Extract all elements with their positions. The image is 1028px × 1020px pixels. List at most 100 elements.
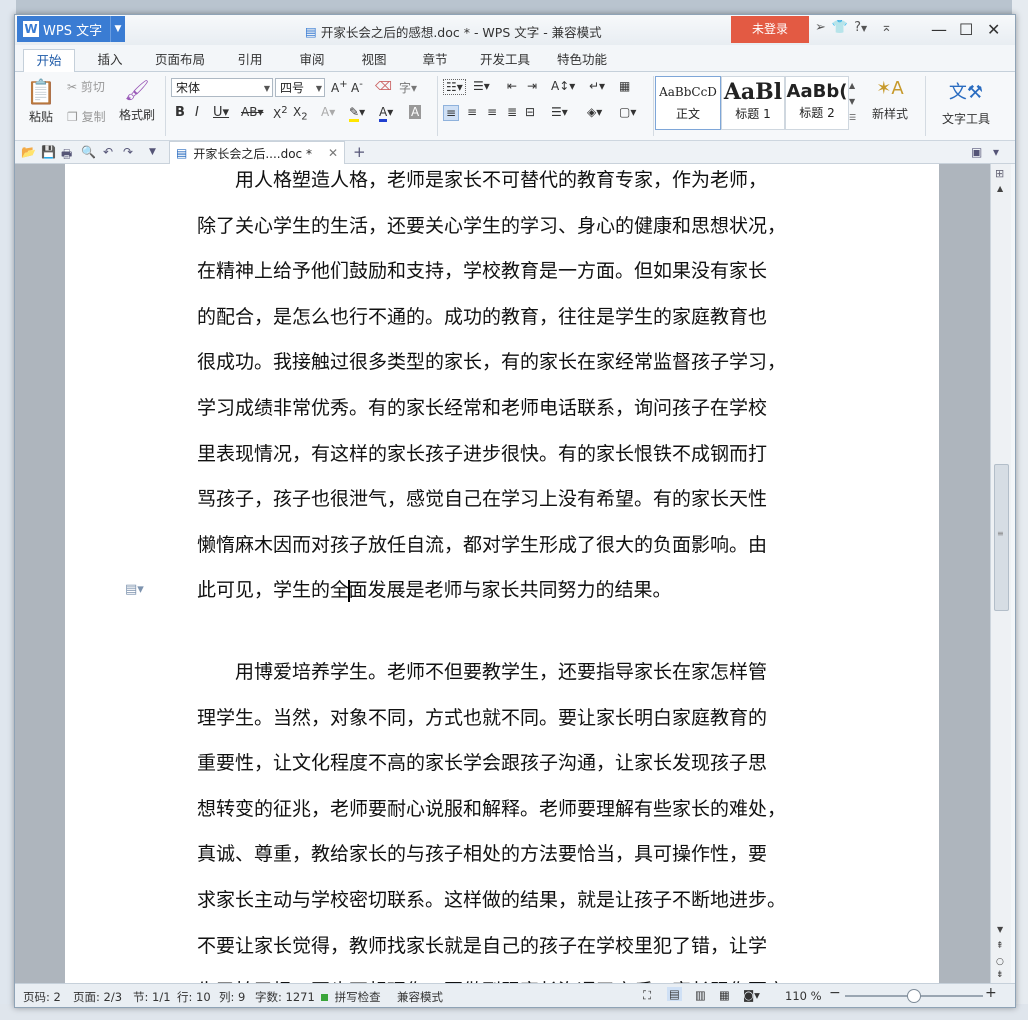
tab-features[interactable]: 特色功能 — [547, 49, 617, 71]
redo-icon[interactable]: ↷ — [123, 145, 133, 159]
increase-indent-icon[interactable]: ⇥ — [527, 79, 537, 93]
underline-icon[interactable]: U▾ — [213, 105, 229, 120]
align-left-icon[interactable]: ≡ — [443, 105, 460, 121]
open-folder-icon[interactable]: 📂 — [21, 145, 36, 159]
save-icon[interactable]: 💾 — [41, 145, 56, 159]
close-tab-icon[interactable]: ✕ — [328, 146, 338, 160]
grow-font-icon[interactable]: A+ — [331, 79, 348, 95]
font-size-select[interactable]: 四号 ▼ — [275, 78, 325, 97]
status-pages[interactable]: 页面: 2/3 — [73, 989, 122, 1005]
paragraph-marker-icon[interactable]: ▤▾ — [125, 582, 144, 597]
undo-icon[interactable]: ↶ — [103, 145, 113, 159]
bullet-list-icon[interactable]: ☷▾ — [443, 79, 466, 95]
shading-icon[interactable]: ◈▾ — [587, 105, 602, 119]
scroll-down-icon[interactable]: ▼ — [997, 925, 1003, 934]
tab-list-icon[interactable]: ▣ — [971, 145, 982, 159]
spell-check-toggle[interactable]: 拼写检查 — [321, 989, 381, 1005]
document-tab[interactable]: ▤ 开家长会之后....doc * ✕ — [169, 141, 345, 164]
italic-icon[interactable]: I — [195, 105, 199, 120]
style-heading-2[interactable]: AaBb( 标题 2 — [785, 76, 849, 130]
decrease-indent-icon[interactable]: ⇤ — [507, 79, 517, 93]
scroll-thumb[interactable]: ≡ — [994, 464, 1009, 611]
phonetic-icon[interactable]: 字▾ — [399, 79, 417, 96]
web-view-icon[interactable]: ▦ — [719, 988, 730, 1002]
font-color-icon[interactable]: A▾ — [379, 105, 393, 122]
outline-view-icon[interactable]: ▥ — [695, 988, 706, 1002]
clear-format-icon[interactable]: ⌫ — [375, 79, 392, 93]
zoom-in-icon[interactable]: + — [985, 985, 997, 1001]
tab-sections[interactable]: 章节 — [410, 49, 460, 71]
text-direction-icon[interactable]: A↕▾ — [551, 79, 575, 93]
borders-icon[interactable]: ▢▾ — [619, 105, 636, 119]
help-icon[interactable]: ?▼ — [854, 20, 867, 35]
shrink-font-icon[interactable]: A- — [351, 79, 363, 95]
print-preview-icon[interactable]: 🔍 — [81, 145, 96, 159]
paper-plane-icon[interactable]: ➢ — [815, 20, 826, 35]
quick-access-bar: 📂 💾 🖶 🔍 ↶ ↷ ▼ ▤ 开家长会之后....doc * ✕ + ▣ ▾ — [15, 141, 1015, 164]
style-normal[interactable]: AaBbCcD 正文 — [655, 76, 721, 130]
zoom-out-icon[interactable]: − — [829, 985, 841, 1001]
paragraph-1[interactable]: 用人格塑造人格，老师是家长不可替代的教育专家，作为老师， 除了关心学生的生活，还… — [197, 164, 805, 614]
format-painter-button[interactable]: 🖌 格式刷 — [117, 78, 157, 123]
style-heading-1[interactable]: AaBl 标题 1 — [721, 76, 785, 130]
tab-references[interactable]: 引用 — [225, 49, 275, 71]
zoom-slider-handle[interactable] — [907, 989, 921, 1003]
text-effect-icon[interactable]: A▾ — [321, 105, 335, 119]
strikethrough-icon[interactable]: AB▾ — [241, 105, 263, 119]
shirt-icon[interactable]: 👕 — [832, 20, 848, 35]
tab-developer[interactable]: 开发工具 — [470, 49, 540, 71]
text-tools-button[interactable]: 文⚒ 文字工具 — [933, 78, 999, 127]
format-painter-label: 格式刷 — [118, 108, 155, 122]
justify-icon[interactable]: ≣ — [507, 105, 517, 119]
next-page-icon[interactable]: ⇟ — [996, 970, 1004, 980]
status-word-count[interactable]: 字数: 1271 — [255, 989, 315, 1005]
document-page[interactable]: 用人格塑造人格，老师是家长不可替代的教育专家，作为老师， 除了关心学生的生活，还… — [65, 164, 939, 983]
paragraph-2[interactable]: 用博爱培养学生。老师不但要教学生，还要指导家长在家怎样管 理学生。当然，对象不同… — [197, 650, 805, 983]
highlight-icon[interactable]: ✎▾ — [349, 105, 365, 122]
char-shading-icon[interactable]: A — [409, 105, 422, 119]
tab-home[interactable]: 开始 — [23, 49, 75, 72]
collapse-ribbon-icon[interactable]: ⌅ — [881, 20, 892, 35]
align-right-icon[interactable]: ≡ — [487, 105, 497, 119]
copy-button[interactable]: ❐ 复制 — [67, 108, 106, 125]
maximize-icon[interactable]: ☐ — [959, 20, 973, 39]
full-screen-icon[interactable]: ⛶ — [643, 988, 651, 1003]
ruler-toggle-icon[interactable]: ⊞ — [995, 167, 1004, 180]
minimize-icon[interactable]: — — [931, 20, 947, 39]
zoom-level[interactable]: 110 % — [785, 989, 822, 1003]
customize-icon[interactable]: ▼ — [149, 147, 156, 157]
distribute-icon[interactable]: ⊟ — [525, 105, 535, 119]
previous-page-icon[interactable]: ⇞ — [996, 941, 1004, 951]
styles-scroll-icon[interactable]: ▲ ▼ ☰ — [849, 78, 856, 126]
tab-review[interactable]: 审阅 — [287, 49, 337, 71]
cut-label: 剪切 — [80, 80, 105, 94]
tab-page-layout[interactable]: 页面布局 — [145, 49, 215, 71]
app-menu-button[interactable]: W WPS 文字 ▼ — [17, 16, 125, 42]
cut-button[interactable]: ✂ 剪切 — [67, 78, 105, 95]
tab-view[interactable]: 视图 — [349, 49, 399, 71]
print-icon[interactable]: 🖶 — [61, 145, 72, 166]
bold-icon[interactable]: B — [175, 105, 185, 120]
new-tab-icon[interactable]: + — [353, 143, 366, 161]
tab-insert[interactable]: 插入 — [85, 49, 135, 71]
font-name-select[interactable]: 宋体 ▼ — [171, 78, 273, 97]
table-icon[interactable]: ▦ — [619, 79, 630, 93]
subscript-icon[interactable]: X2 — [293, 105, 308, 122]
line-spacing-icon[interactable]: ☰▾ — [551, 105, 568, 119]
page-view-icon[interactable]: ▤ — [667, 987, 682, 1001]
select-browse-object-icon[interactable]: ○ — [996, 957, 1004, 967]
scroll-up-icon[interactable]: ▲ — [997, 184, 1003, 193]
paste-button[interactable]: 📋 粘贴 — [23, 78, 59, 125]
close-icon[interactable]: ✕ — [987, 20, 1000, 39]
new-style-label: 新样式 — [871, 107, 908, 121]
login-button[interactable]: 未登录 — [731, 16, 809, 43]
new-style-button[interactable]: ✶A 新样式 — [867, 78, 913, 122]
vertical-scrollbar[interactable]: ⊞ ▲ ≡ ▼ ⇞ ○ ⇟ — [990, 164, 1011, 983]
sort-icon[interactable]: ↵▾ — [589, 79, 605, 93]
reading-view-icon[interactable]: ◙▾ — [743, 988, 760, 1002]
chevron-down-icon[interactable]: ▼ — [110, 16, 125, 42]
superscript-icon[interactable]: X2 — [273, 105, 288, 121]
align-center-icon[interactable]: ≡ — [467, 105, 477, 119]
numbered-list-icon[interactable]: ☰▾ — [473, 79, 490, 93]
tab-menu-icon[interactable]: ▾ — [993, 145, 999, 159]
